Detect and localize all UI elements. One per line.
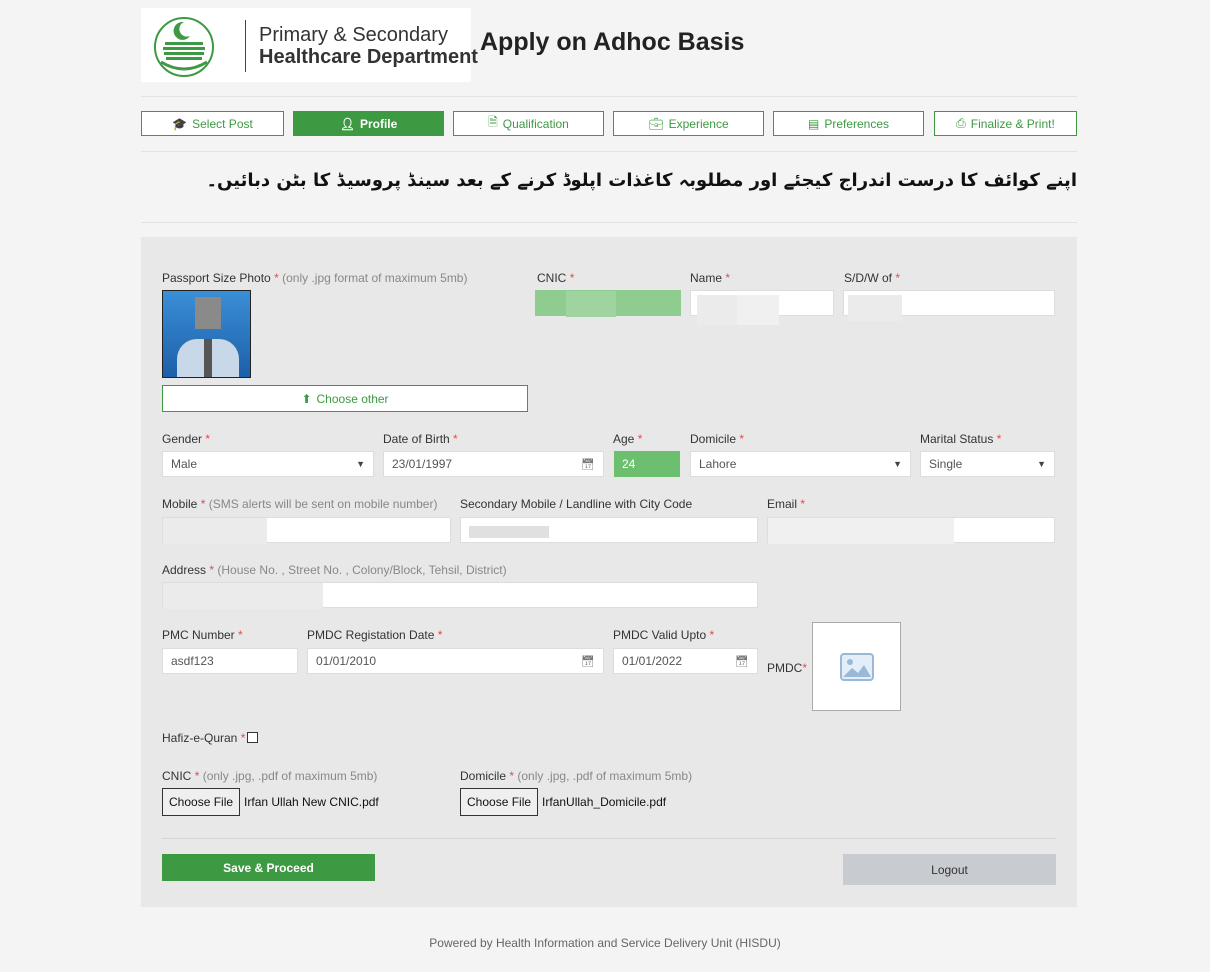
building-icon: ▤ xyxy=(807,116,820,131)
hafiz-e-quran-label: Hafiz-e-Quran * xyxy=(162,731,259,745)
step-experience[interactable]: 💼︎ Experience xyxy=(613,111,764,136)
page-title: Apply on Adhoc Basis xyxy=(480,28,745,56)
domicile-file-name: IrfanUllah_Domicile.pdf xyxy=(542,795,667,809)
cnic-input[interactable] xyxy=(535,290,681,317)
dob-input[interactable]: 23/01/1997 📅︎ xyxy=(383,451,604,477)
sdw-input[interactable] xyxy=(843,290,1055,321)
domicile-file-input: Choose File IrfanUllah_Domicile.pdf xyxy=(460,788,666,816)
address-input[interactable] xyxy=(162,582,758,609)
step-qualification[interactable]: 🗎 Qualification xyxy=(453,111,604,136)
domicile-select[interactable]: Lahore ▼ xyxy=(690,451,911,477)
photo-label: Passport Size Photo * (only .jpg format … xyxy=(162,271,468,285)
marital-status-select[interactable]: Single ▼ xyxy=(920,451,1055,477)
name-label: Name * xyxy=(690,271,731,285)
pmdc-label: PMDC* xyxy=(767,661,808,675)
logo-divider xyxy=(245,20,246,72)
pmdc-registration-date-input[interactable]: 01/01/2010 📅︎ xyxy=(307,648,604,674)
pmdc-image-upload[interactable] xyxy=(812,622,901,711)
footer-text: Powered by Health Information and Servic… xyxy=(429,936,781,950)
age-field: 24 xyxy=(614,451,680,477)
calendar-icon: 📅︎ xyxy=(581,458,595,471)
instruction-text: اپنے کوائف کا درست اندراج کیجئے اور مطلو… xyxy=(206,170,1078,191)
pmdc-valid-upto-input[interactable]: 01/01/2022 📅︎ xyxy=(613,648,758,674)
divider xyxy=(141,151,1077,152)
domicile-file-label: Domicile * (only .jpg, .pdf of maximum 5… xyxy=(460,769,693,783)
cnic-file-input: Choose File Irfan Ullah New CNIC.pdf xyxy=(162,788,379,816)
divider xyxy=(141,96,1077,97)
secondary-mobile-label: Secondary Mobile / Landline with City Co… xyxy=(460,497,693,511)
chevron-down-icon: ▼ xyxy=(356,459,365,469)
mobile-label: Mobile * (SMS alerts will be sent on mob… xyxy=(162,497,438,511)
cnic-file-label: CNIC * (only .jpg, .pdf of maximum 5mb) xyxy=(162,769,378,783)
step-label: Qualification xyxy=(502,116,569,131)
chevron-down-icon: ▼ xyxy=(893,459,902,469)
address-label: Address * (House No. , Street No. , Colo… xyxy=(162,563,507,577)
step-finalize-print[interactable]: ⎙ Finalize & Print! xyxy=(934,111,1077,136)
pmdc-registration-date-label: PMDC Registation Date * xyxy=(307,628,443,642)
save-proceed-button[interactable]: Save & Proceed xyxy=(162,854,375,881)
passport-photo xyxy=(162,290,251,378)
domicile-choose-file-button[interactable]: Choose File xyxy=(460,788,539,816)
step-label: Experience xyxy=(668,116,729,131)
divider xyxy=(141,222,1077,223)
dob-label: Date of Birth * xyxy=(383,432,458,446)
step-label: Profile xyxy=(359,116,398,131)
calendar-icon: 📅︎ xyxy=(581,655,595,668)
age-label: Age * xyxy=(613,432,643,446)
cnic-file-name: Irfan Ullah New CNIC.pdf xyxy=(244,795,379,809)
step-label: Select Post xyxy=(192,116,253,131)
calendar-icon: 📅︎ xyxy=(735,655,749,668)
profile-form: Passport Size Photo * (only .jpg format … xyxy=(141,237,1077,907)
step-label: Finalize & Print! xyxy=(970,116,1055,131)
logo-line1: Primary & Secondary xyxy=(259,24,448,46)
pmc-number-input[interactable]: asdf123 xyxy=(162,648,298,674)
graduation-cap-icon: 🎓 xyxy=(172,116,188,131)
gender-label: Gender * xyxy=(162,432,211,446)
secondary-mobile-input[interactable] xyxy=(460,517,758,543)
mobile-input[interactable] xyxy=(162,517,451,544)
upload-icon: ⬆ xyxy=(301,391,312,406)
user-icon: 👤︎ xyxy=(339,116,355,131)
logo-line2: Healthcare Department xyxy=(259,46,478,68)
name-input[interactable] xyxy=(690,290,834,325)
print-icon: ⎙ xyxy=(956,116,966,130)
domicile-label: Domicile * xyxy=(690,432,745,446)
hafiz-e-quran-checkbox[interactable] xyxy=(247,732,259,743)
step-label: Preferences xyxy=(824,116,890,131)
punjab-emblem-icon xyxy=(154,17,214,77)
cnic-label: CNIC * xyxy=(537,271,575,285)
email-input[interactable] xyxy=(767,517,1055,544)
image-placeholder-icon xyxy=(839,652,874,681)
department-logo: Primary & Secondary Healthcare Departmen… xyxy=(141,8,478,82)
choose-photo-button[interactable]: ⬆ Choose other xyxy=(162,385,528,412)
cnic-choose-file-button[interactable]: Choose File xyxy=(162,788,241,816)
briefcase-icon: 💼︎ xyxy=(648,116,664,131)
step-select-post[interactable]: 🎓 Select Post xyxy=(141,111,284,136)
pmc-number-label: PMC Number * xyxy=(162,628,243,642)
gender-select[interactable]: Male ▼ xyxy=(162,451,374,477)
pmdc-valid-upto-label: PMDC Valid Upto * xyxy=(613,628,715,642)
chevron-down-icon: ▼ xyxy=(1037,459,1046,469)
sdw-label: S/D/W of * xyxy=(844,271,901,285)
email-label: Email * xyxy=(767,497,806,511)
logout-button[interactable]: Logout xyxy=(843,854,1056,885)
marital-status-label: Marital Status * xyxy=(920,432,1002,446)
step-profile[interactable]: 👤︎ Profile xyxy=(293,111,444,136)
header: Primary & Secondary Healthcare Departmen… xyxy=(141,8,1077,82)
divider xyxy=(162,838,1056,839)
file-icon: 🗎 xyxy=(488,115,498,129)
step-preferences[interactable]: ▤ Preferences xyxy=(773,111,924,136)
